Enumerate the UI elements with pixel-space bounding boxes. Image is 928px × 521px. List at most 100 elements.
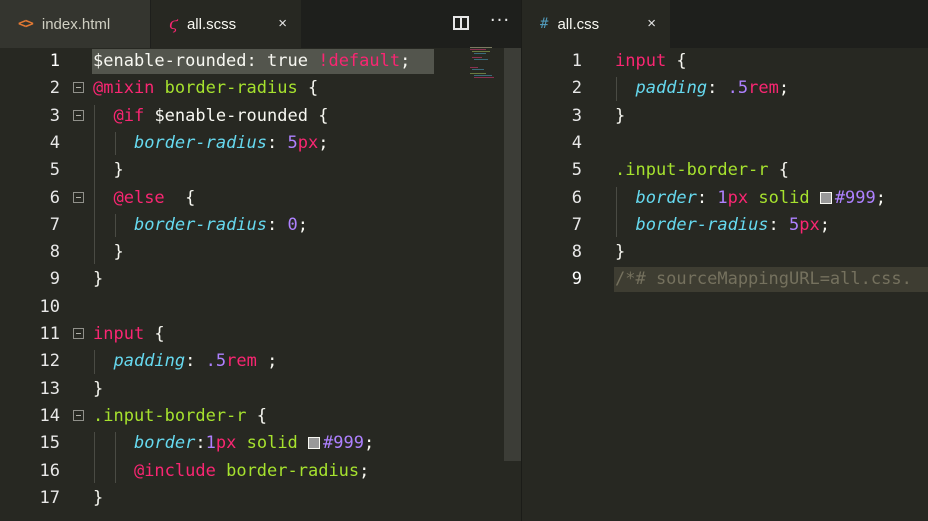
code-token: .5 — [727, 78, 749, 99]
code-line[interactable]: 13} — [0, 376, 504, 403]
fold-toggle-icon[interactable] — [73, 328, 84, 339]
more-actions-icon[interactable]: ··· — [488, 12, 512, 36]
code-token: px — [215, 433, 237, 454]
code-token: #999 — [323, 433, 364, 454]
line-number: 4 — [571, 132, 582, 153]
color-swatch-icon[interactable] — [819, 191, 832, 204]
code-line[interactable]: 14 .input-border-r { — [0, 403, 504, 430]
code-token: } — [615, 105, 626, 126]
code-line[interactable]: 8 } — [0, 239, 504, 266]
code-line[interactable]: 5 .input-border-r { — [522, 157, 928, 184]
code-line[interactable]: 16 @include border-radius; — [0, 458, 504, 485]
minimap[interactable] — [468, 46, 504, 86]
tab-label: all.css — [557, 15, 600, 33]
fold-toggle-icon[interactable] — [73, 191, 84, 203]
fold-toggle-icon[interactable] — [73, 82, 84, 94]
editor-pane-right: # all.css × 1 input {2 padding: .5rem; 3} 4… — [522, 0, 928, 521]
code-token: : — [696, 187, 718, 208]
code-token: $enable-rounded { — [144, 105, 329, 126]
code-token: { — [144, 324, 165, 344]
code-line[interactable]: 6 @else { — [0, 185, 504, 212]
line-number: 17 — [39, 487, 60, 508]
code-text: /*# sourceMappingURL=all.css. — [615, 266, 912, 293]
code-line[interactable]: 4 — [522, 130, 928, 157]
code-line[interactable]: 15 border:1px solid #999; — [0, 430, 504, 457]
tab-index-html[interactable]: <> index.html — [0, 0, 150, 48]
code-token: 5 — [287, 132, 298, 153]
code-text: input { — [93, 321, 165, 348]
code-line[interactable]: 17} — [0, 485, 504, 512]
vertical-scrollbar[interactable] — [504, 48, 521, 461]
code-line[interactable]: 7 border-radius: 5px; — [522, 212, 928, 239]
code-line[interactable]: 5 } — [0, 157, 504, 184]
code-line[interactable]: 6 border: 1px solid #999; — [522, 185, 928, 212]
code-text: border-radius: 5px; — [615, 212, 830, 239]
code-line[interactable]: 8} — [522, 239, 928, 266]
code-token: /*# sourceMappingURL=all.css. — [615, 269, 912, 290]
code-token: input — [615, 51, 667, 71]
code-text: } — [93, 157, 123, 184]
code-line[interactable]: 10 — [0, 294, 504, 321]
code-line[interactable]: 4 border-radius: 5px; — [0, 130, 504, 157]
code-token: border-radius — [133, 214, 268, 235]
tab-label: all.scss — [186, 15, 237, 33]
code-token: : — [707, 78, 728, 99]
line-number: 3 — [49, 105, 60, 126]
split-editor-icon[interactable] — [450, 12, 474, 36]
code-line[interactable]: 3 @if $enable-rounded { — [0, 103, 504, 130]
code-token: : — [768, 214, 790, 235]
code-line[interactable]: 1 input { — [522, 48, 928, 75]
code-token: ; — [400, 51, 411, 71]
code-token: ; — [364, 433, 375, 454]
code-token: padding — [113, 351, 186, 372]
code-text: $enable-rounded: true !default; — [93, 48, 410, 75]
code-text: border:1px solid #999; — [93, 430, 374, 457]
code-line[interactable]: 2 padding: .5rem; — [522, 75, 928, 102]
code-line[interactable]: 7 border-radius: 0; — [0, 212, 504, 239]
code-line[interactable]: 2 @mixin border-radius { — [0, 75, 504, 102]
code-token: { — [666, 51, 687, 71]
tab-all-css[interactable]: # all.css × — [522, 0, 670, 48]
code-line[interactable]: 3} — [522, 103, 928, 130]
code-token: ; — [819, 214, 831, 235]
line-number: 12 — [39, 351, 60, 372]
code-token: @mixin — [93, 78, 155, 99]
code-token: { — [768, 160, 790, 181]
code-line[interactable]: 11 input { — [0, 321, 504, 348]
close-icon[interactable]: × — [278, 15, 287, 33]
tab-all-scss[interactable]: ϛ all.scss × — [151, 0, 301, 48]
fold-toggle-icon[interactable] — [73, 109, 84, 121]
close-icon[interactable]: × — [647, 15, 656, 33]
line-number: 6 — [49, 187, 60, 208]
line-number: 9 — [49, 269, 60, 290]
code-text: @include border-radius; — [93, 458, 369, 485]
code-token: @if — [113, 105, 145, 126]
code-token: ; — [256, 351, 278, 372]
code-line[interactable]: 1 $enable-rounded: true !default; — [0, 48, 504, 75]
code-text: @mixin border-radius { — [93, 75, 318, 102]
code-line[interactable]: 12 padding: .5rem ; — [0, 348, 504, 375]
code-token: @else — [113, 187, 165, 208]
code-token: ; — [318, 132, 329, 153]
code-line[interactable]: 9} — [0, 266, 504, 293]
code-text: } — [93, 485, 103, 512]
code-text: padding: .5rem ; — [93, 348, 277, 375]
color-swatch-icon[interactable] — [308, 437, 321, 450]
line-number: 16 — [39, 460, 60, 481]
code-token: solid — [758, 187, 810, 208]
fold-toggle-icon[interactable] — [73, 409, 84, 421]
line-number: 13 — [39, 378, 60, 399]
code-line[interactable]: 9 /*# sourceMappingURL=all.css. — [522, 266, 928, 293]
